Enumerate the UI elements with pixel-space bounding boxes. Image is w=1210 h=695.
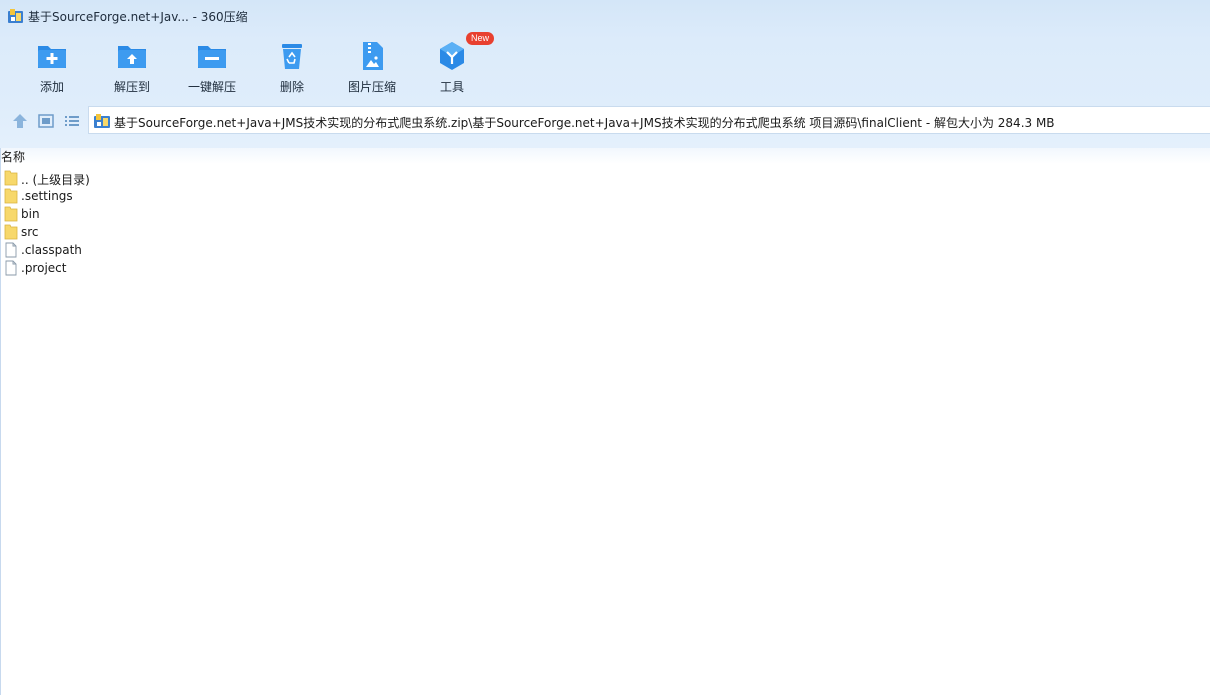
list-item-label: bin xyxy=(21,207,40,221)
list-item-bin[interactable]: bin xyxy=(4,206,604,224)
list-item-label: .project xyxy=(21,261,67,275)
delete-button[interactable]: 删除 xyxy=(252,36,332,98)
tools-button[interactable]: 工具 xyxy=(412,36,492,98)
one-click-extract-label: 一键解压 xyxy=(187,80,236,94)
thumbnail-view-icon[interactable] xyxy=(37,112,55,130)
tools-label: 工具 xyxy=(439,80,464,94)
navigation-row: 基于SourceForge.net+Java+JMS技术实现的分布式爬虫系统.z… xyxy=(0,106,1210,136)
tools-cube-icon xyxy=(440,42,464,70)
list-item-settings[interactable]: .settings xyxy=(4,188,604,206)
list-item-project[interactable]: .project xyxy=(4,260,604,278)
add-folder-icon xyxy=(38,46,66,68)
add-label: 添加 xyxy=(39,80,64,94)
folder-icon xyxy=(4,206,18,222)
app-logo-icon xyxy=(8,9,23,23)
folder-icon xyxy=(4,188,18,204)
list-item-parent-directory[interactable]: .. (上级目录) xyxy=(4,170,604,188)
list-item-label: .settings xyxy=(21,189,73,203)
list-header: 名称 xyxy=(0,148,1210,164)
new-badge: New xyxy=(466,32,494,45)
extract-to-button[interactable]: 解压到 xyxy=(92,36,172,98)
list-item-classpath[interactable]: .classpath xyxy=(4,242,604,260)
folder-icon xyxy=(4,224,18,240)
folder-icon xyxy=(4,170,18,186)
recycle-bin-icon xyxy=(282,44,302,69)
address-bar[interactable]: 基于SourceForge.net+Java+JMS技术实现的分布式爬虫系统.z… xyxy=(88,106,1210,134)
address-path: 基于SourceForge.net+Java+JMS技术实现的分布式爬虫系统.z… xyxy=(114,116,1055,130)
file-icon xyxy=(5,260,17,276)
column-header-name[interactable]: 名称 xyxy=(1,148,25,165)
up-arrow-icon[interactable] xyxy=(11,112,29,130)
one-click-extract-icon xyxy=(198,46,226,68)
one-click-extract-button[interactable]: 一键解压 xyxy=(172,36,252,98)
extract-to-label: 解压到 xyxy=(113,80,150,94)
file-icon xyxy=(5,242,17,258)
image-compress-button[interactable]: 图片压缩 xyxy=(332,36,412,98)
image-compress-icon xyxy=(363,42,383,70)
title-bar: 基于SourceForge.net+Jav... - 360压缩 xyxy=(0,0,1210,32)
list-view-icon[interactable] xyxy=(63,112,81,130)
add-button[interactable]: 添加 xyxy=(12,36,92,98)
left-border xyxy=(0,148,1,695)
window-title: 基于SourceForge.net+Jav... - 360压缩 xyxy=(28,10,248,24)
list-item-label: src xyxy=(21,225,39,239)
extract-to-icon xyxy=(118,46,146,68)
delete-label: 删除 xyxy=(279,80,304,94)
image-compress-label: 图片压缩 xyxy=(347,80,396,94)
list-item-label: .classpath xyxy=(21,243,82,257)
zip-archive-icon xyxy=(94,114,110,128)
toolbar: 添加 解压到 一键解压 删除 图片压缩 工具 New xyxy=(0,32,1210,98)
list-item-src[interactable]: src xyxy=(4,224,604,242)
list-item-label: .. (上级目录) xyxy=(21,173,90,187)
